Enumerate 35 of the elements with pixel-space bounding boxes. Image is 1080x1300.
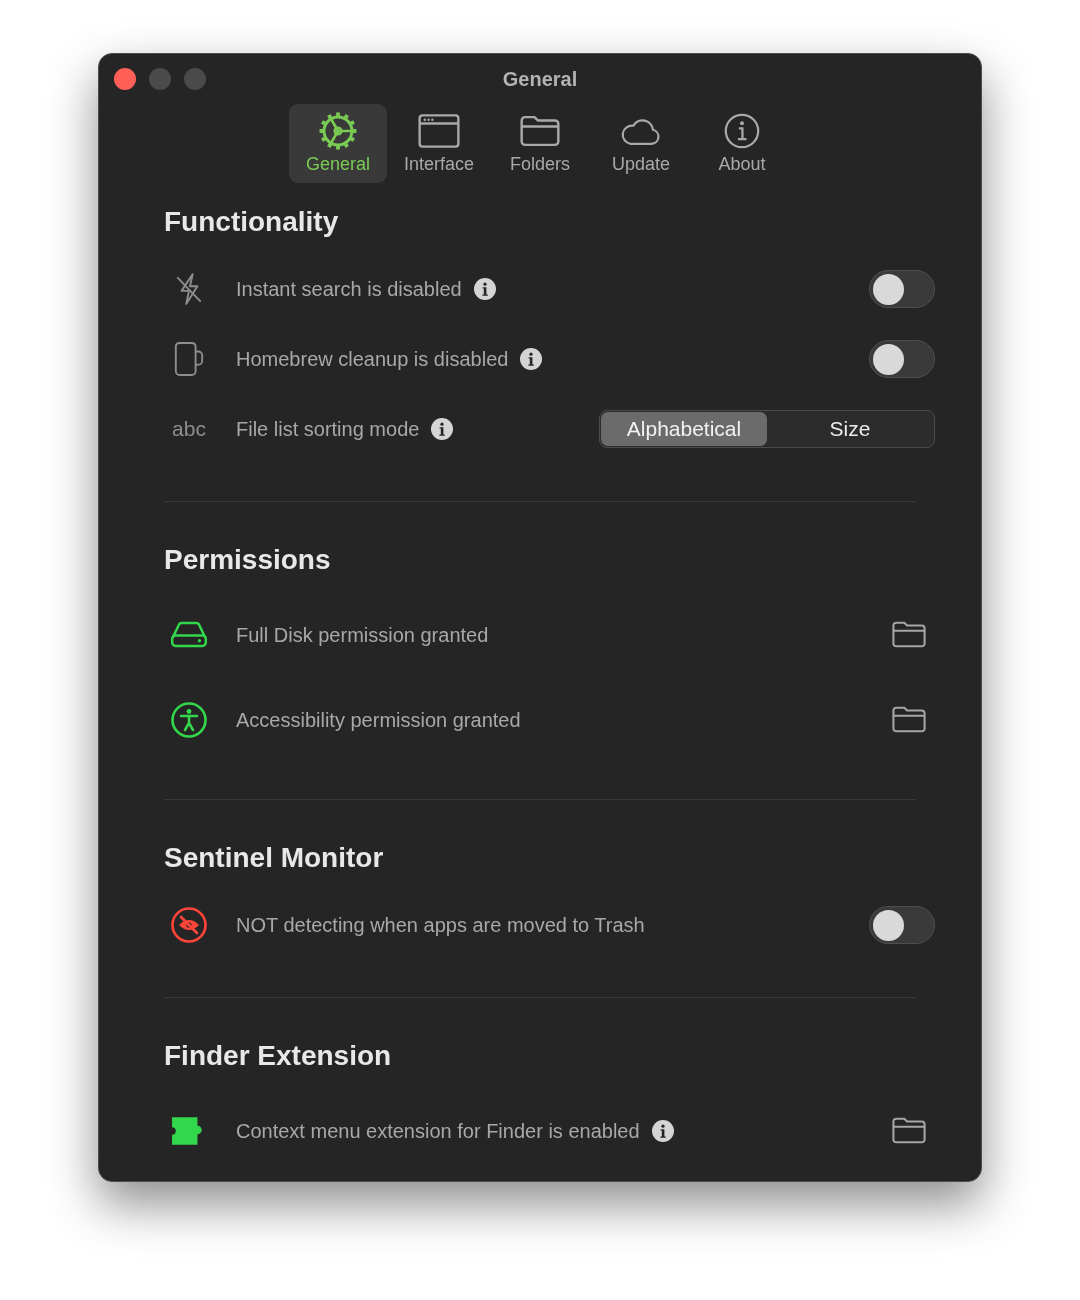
folder-icon [892, 1117, 926, 1144]
window-title: General [502, 67, 578, 91]
tab[interactable]: General [289, 104, 387, 183]
section-title: Sentinel Monitor [164, 841, 385, 875]
open-folder-button[interactable] [892, 621, 926, 648]
segment-button[interactable]: Alphabetical [601, 412, 767, 446]
section-title: Functionality [164, 205, 340, 239]
folder-icon [892, 706, 926, 733]
symbol-text: abc [172, 417, 206, 441]
folder-icon [892, 621, 926, 648]
cloud-icon [620, 116, 662, 146]
info-icon [724, 113, 760, 149]
toggle-switch[interactable] [869, 340, 935, 378]
tab[interactable]: Interface [390, 104, 488, 183]
open-folder-button[interactable] [892, 1117, 926, 1144]
gear-icon [319, 112, 357, 150]
setting-label: Instant search is disabled [236, 277, 462, 301]
open-folder-button[interactable] [892, 706, 926, 733]
setting-label: Homebrew cleanup is disabled [236, 347, 509, 371]
tab[interactable]: Folders [491, 104, 589, 183]
toggle-switch[interactable] [869, 270, 935, 308]
toggle-switch[interactable] [869, 906, 935, 944]
window-icon [418, 114, 460, 148]
folder-icon [520, 115, 560, 147]
setting-label: File list sorting mode [236, 417, 420, 441]
setting-label: Context menu extension for Finder is enabled [236, 1118, 640, 1143]
segment-button[interactable]: Size [767, 412, 933, 446]
tab[interactable]: About [693, 104, 791, 183]
setting-label: NOT detecting when apps are moved to Trash [236, 913, 645, 937]
section-title: Permissions [164, 543, 332, 577]
setting-label: Accessibility permission granted [236, 707, 521, 732]
section-title: Finder Extension [164, 1039, 393, 1073]
setting-label: Full Disk permission granted [236, 622, 489, 647]
tab[interactable]: Update [592, 104, 690, 183]
close-button[interactable] [114, 68, 136, 90]
